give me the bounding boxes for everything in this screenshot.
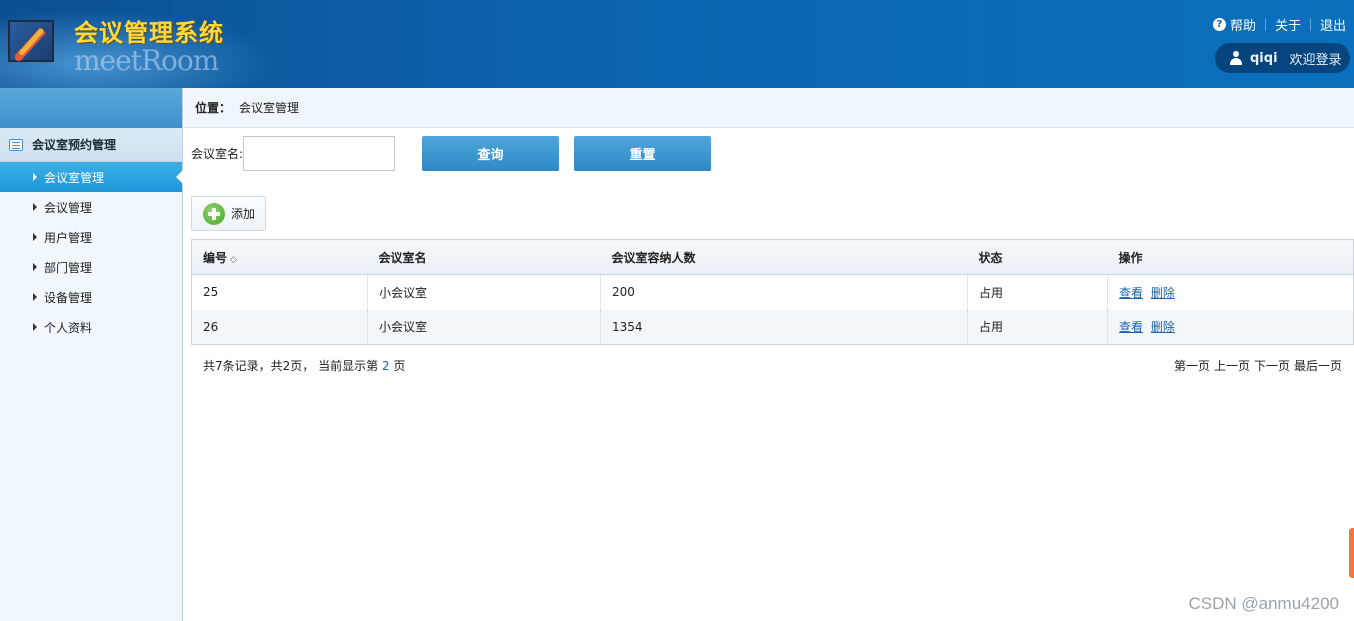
last-page-link[interactable]: 最后一页 — [1294, 357, 1342, 374]
plus-icon — [203, 202, 225, 225]
sidebar-item-profile[interactable]: 个人资料 — [0, 312, 182, 342]
sidebar-item-meeting-management[interactable]: 会议管理 — [0, 192, 182, 222]
help-icon[interactable]: ? — [1212, 18, 1226, 31]
sidebar-item-room-management[interactable]: 会议室管理 — [0, 162, 183, 192]
pager-summary-prefix: 共7条记录，共2页， 当前显示第 — [203, 359, 379, 373]
watermark: CSDN @anmu4200 — [1188, 594, 1340, 613]
pager-current-page: 2 — [381, 359, 390, 373]
delete-link[interactable]: 删除 — [1151, 286, 1175, 300]
cell-status: 占用 — [967, 274, 1108, 310]
cell-actions: 查看 删除 — [1107, 309, 1354, 345]
table-header-row: 编号 ◇ 会议室名 会议室容纳人数 状态 操作 — [191, 239, 1354, 275]
logout-link[interactable]: 退出 — [1320, 15, 1346, 34]
add-button-label: 添加 — [231, 207, 256, 221]
next-page-link[interactable]: 下一页 — [1254, 357, 1290, 374]
pager-summary-suffix: 页 — [393, 359, 406, 373]
table-row: 25 小会议室 200 占用 查看 删除 — [191, 274, 1354, 310]
caret-right-icon — [33, 323, 37, 331]
app-header: 会议管理系统 meetRoom ? 帮助 关于 退出 qiqi 欢迎登录 — [0, 0, 1354, 88]
pager-nav: 第一页 上一页 下一页 最后一页 — [1174, 357, 1342, 374]
table-row: 26 小会议室 1354 占用 查看 删除 — [191, 309, 1354, 345]
reset-button[interactable]: 重置 — [574, 136, 712, 171]
side-feedback-tab[interactable] — [1349, 528, 1354, 578]
sidebar-item-equipment-management[interactable]: 设备管理 — [0, 282, 182, 312]
column-header-name: 会议室名 — [367, 239, 601, 275]
help-link[interactable]: 帮助 — [1230, 15, 1256, 34]
room-name-label: 会议室名: — [191, 147, 244, 161]
query-button[interactable]: 查询 — [422, 136, 560, 171]
caret-right-icon — [33, 203, 37, 211]
divider — [1309, 18, 1311, 31]
view-link[interactable]: 查看 — [1119, 320, 1143, 334]
search-form: 会议室名: 查询 重置 — [191, 136, 726, 171]
sidebar-item-label: 会议室管理 — [44, 170, 105, 185]
caret-right-icon — [33, 233, 37, 241]
top-links: ? 帮助 关于 退出 — [1212, 15, 1346, 34]
breadcrumb-current: 会议室管理 — [239, 101, 300, 115]
caret-right-icon — [33, 293, 37, 301]
column-header-status: 状态 — [967, 239, 1108, 275]
welcome-text: 欢迎登录 — [1289, 52, 1342, 68]
list-icon — [9, 138, 23, 151]
sidebar-menu: 会议室管理 会议管理 用户管理 部门管理 设备管理 个人资料 — [0, 162, 183, 342]
caret-right-icon — [33, 173, 37, 181]
pager-summary: 共7条记录，共2页， 当前显示第 2 页 — [203, 357, 405, 374]
room-name-input[interactable] — [243, 136, 396, 171]
room-table: 编号 ◇ 会议室名 会议室容纳人数 状态 操作 25 小会议室 200 占用 查看… — [191, 239, 1354, 345]
sidebar-item-label: 会议管理 — [44, 200, 93, 215]
cell-name: 小会议室 — [367, 309, 601, 345]
sidebar-top-bar — [0, 88, 182, 128]
app-title: 会议管理系统 — [74, 19, 224, 47]
delete-link[interactable]: 删除 — [1151, 320, 1175, 334]
cell-actions: 查看 删除 — [1107, 274, 1354, 310]
sidebar-item-label: 用户管理 — [44, 230, 93, 245]
add-button[interactable]: 添加 — [191, 196, 266, 231]
sidebar-group-title: 会议室预约管理 — [32, 138, 117, 152]
sort-icon[interactable]: ◇ — [230, 255, 237, 265]
caret-right-icon — [33, 263, 37, 271]
column-header-capacity: 会议室容纳人数 — [600, 239, 968, 275]
sidebar-item-department-management[interactable]: 部门管理 — [0, 252, 182, 282]
first-page-link[interactable]: 第一页 — [1174, 357, 1210, 374]
sidebar-item-label: 个人资料 — [44, 320, 93, 335]
view-link[interactable]: 查看 — [1119, 286, 1143, 300]
cell-id: 25 — [191, 274, 368, 310]
sidebar-group-header[interactable]: 会议室预约管理 — [0, 128, 182, 162]
prev-page-link[interactable]: 上一页 — [1214, 357, 1250, 374]
user-icon — [1229, 51, 1243, 65]
cell-capacity: 200 — [600, 274, 968, 310]
app-subtitle: meetRoom — [74, 44, 219, 77]
app-logo-icon — [8, 20, 54, 63]
column-header-actions: 操作 — [1107, 239, 1354, 275]
cell-name: 小会议室 — [367, 274, 601, 310]
user-badge: qiqi 欢迎登录 — [1215, 43, 1350, 73]
cell-id: 26 — [191, 309, 368, 345]
breadcrumb-label: 位置： — [195, 101, 232, 115]
breadcrumb: 位置： 会议室管理 — [184, 88, 1354, 128]
cell-status: 占用 — [967, 309, 1108, 345]
sidebar-item-user-management[interactable]: 用户管理 — [0, 222, 182, 252]
column-header-id[interactable]: 编号 ◇ — [191, 239, 368, 275]
sidebar: 会议室预约管理 会议室管理 会议管理 用户管理 部门管理 设备管理 个人资料 — [0, 88, 183, 621]
about-link[interactable]: 关于 — [1275, 15, 1301, 34]
divider — [1264, 18, 1266, 31]
cell-capacity: 1354 — [600, 309, 968, 345]
sidebar-item-label: 设备管理 — [44, 290, 93, 305]
user-name: qiqi — [1250, 50, 1278, 66]
feather-shape-2 — [18, 27, 45, 57]
sidebar-item-label: 部门管理 — [44, 260, 93, 275]
